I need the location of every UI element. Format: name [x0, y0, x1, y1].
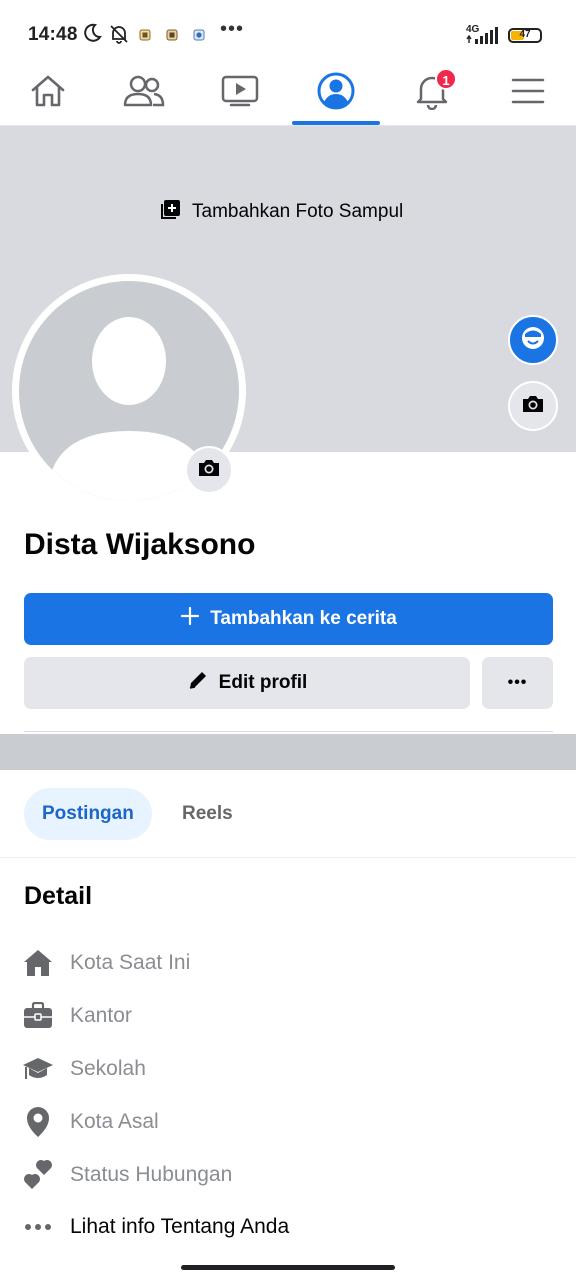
details-heading: Detail — [24, 882, 93, 910]
add-cover-photo-button[interactable]: Tambahkan Foto Sampul — [160, 198, 403, 226]
detail-label: Status Hubungan — [70, 1163, 233, 1186]
signal-icon — [465, 27, 501, 50]
video-icon — [221, 74, 259, 113]
more-dots-icon: ••• — [507, 674, 528, 691]
hearts-icon — [22, 1159, 54, 1191]
notification-badge: 1 — [435, 68, 457, 90]
section-separator — [0, 734, 576, 770]
camera-icon — [197, 458, 221, 483]
more-options-button[interactable]: ••• — [482, 657, 553, 709]
tab-friends[interactable] — [100, 62, 188, 124]
active-tab-indicator — [292, 121, 380, 125]
detail-current-city[interactable]: Kota Saat Ini — [22, 943, 562, 983]
pencil-icon — [187, 669, 209, 697]
profile-tabs: Postingan Reels — [0, 770, 576, 858]
avatar-creator-button[interactable] — [508, 315, 558, 365]
detail-label: Kota Asal — [70, 1110, 159, 1133]
battery-icon: 47 — [508, 28, 542, 43]
camera-icon — [521, 394, 545, 419]
tab-reels[interactable]: Reels — [182, 788, 233, 840]
profile-name: Dista Wijaksono — [24, 528, 256, 561]
see-about-info-link[interactable]: Lihat info Tentang Anda — [22, 1207, 562, 1247]
graduation-cap-icon — [22, 1053, 54, 1085]
top-navigation — [0, 62, 576, 126]
detail-hometown[interactable]: Kota Asal — [22, 1102, 562, 1142]
status-overflow: ••• — [220, 18, 245, 40]
edit-profile-label: Edit profil — [218, 672, 308, 693]
home-icon — [29, 73, 67, 114]
battery-level: 47 — [519, 29, 531, 40]
add-to-story-button[interactable]: Tambahkan ke cerita — [24, 593, 553, 645]
menu-icon — [511, 77, 545, 110]
add-to-story-label: Tambahkan ke cerita — [210, 608, 397, 629]
divider — [24, 731, 553, 732]
add-cover-photo-label: Tambahkan Foto Sampul — [192, 201, 404, 222]
tab-menu[interactable] — [484, 62, 572, 124]
location-pin-icon — [22, 1106, 54, 1138]
plus-icon — [180, 606, 200, 632]
add-photo-icon — [160, 198, 182, 226]
tab-profile[interactable] — [292, 62, 380, 124]
moon-icon — [82, 23, 102, 48]
tab-notifications[interactable] — [388, 62, 476, 124]
tab-home[interactable] — [4, 62, 92, 124]
more-dots-icon — [22, 1211, 54, 1243]
app-notification-icon — [193, 28, 205, 46]
avatar-icon — [520, 325, 546, 356]
detail-school[interactable]: Sekolah — [22, 1049, 562, 1089]
detail-label: Kota Saat Ini — [70, 951, 191, 974]
profile-icon — [316, 71, 356, 116]
status-bar: 14:48 ••• 4G 47 — [0, 0, 576, 62]
edit-profile-button[interactable]: Edit profil — [24, 657, 470, 709]
detail-workplace[interactable]: Kantor — [22, 996, 562, 1036]
house-icon — [22, 947, 54, 979]
edit-profile-picture-button[interactable] — [185, 446, 233, 494]
status-time: 14:48 — [28, 24, 78, 45]
friends-icon — [123, 74, 165, 113]
edit-cover-camera-button[interactable] — [508, 381, 558, 431]
briefcase-icon — [22, 1000, 54, 1032]
detail-relationship[interactable]: Status Hubungan — [22, 1155, 562, 1195]
tab-posts[interactable]: Postingan — [24, 788, 152, 840]
home-indicator[interactable] — [181, 1265, 395, 1270]
tab-video[interactable] — [196, 62, 284, 124]
app-notification-icon — [139, 28, 151, 46]
detail-label: Lihat info Tentang Anda — [70, 1215, 290, 1238]
app-notification-icon — [166, 28, 178, 46]
detail-label: Kantor — [70, 1004, 132, 1027]
detail-label: Sekolah — [70, 1057, 146, 1080]
mute-bell-icon — [108, 23, 130, 50]
